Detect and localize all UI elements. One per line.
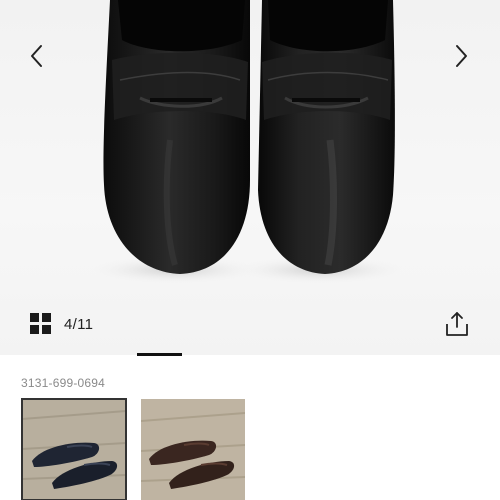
previous-image-button[interactable] [22, 40, 50, 72]
variant-thumbnail-brown[interactable] [141, 399, 245, 500]
chevron-right-icon [456, 45, 467, 67]
variant-photo-brown [141, 399, 245, 500]
product-image-gallery[interactable]: 4/11 [0, 0, 500, 355]
chevron-left-icon [31, 45, 42, 67]
image-counter-text: 4/11 [64, 315, 94, 333]
product-sku: 3131-699-0694 [21, 376, 106, 390]
product-photo [90, 0, 405, 284]
variant-thumbnail-navy[interactable] [21, 398, 127, 500]
image-counter: 4/11 [30, 312, 93, 336]
gallery-scroll-indicator [137, 353, 182, 356]
variant-photo-navy [22, 399, 126, 500]
share-button[interactable] [444, 310, 470, 338]
next-image-button[interactable] [448, 40, 476, 72]
grid-view-icon[interactable] [30, 313, 52, 335]
share-icon [446, 312, 468, 336]
